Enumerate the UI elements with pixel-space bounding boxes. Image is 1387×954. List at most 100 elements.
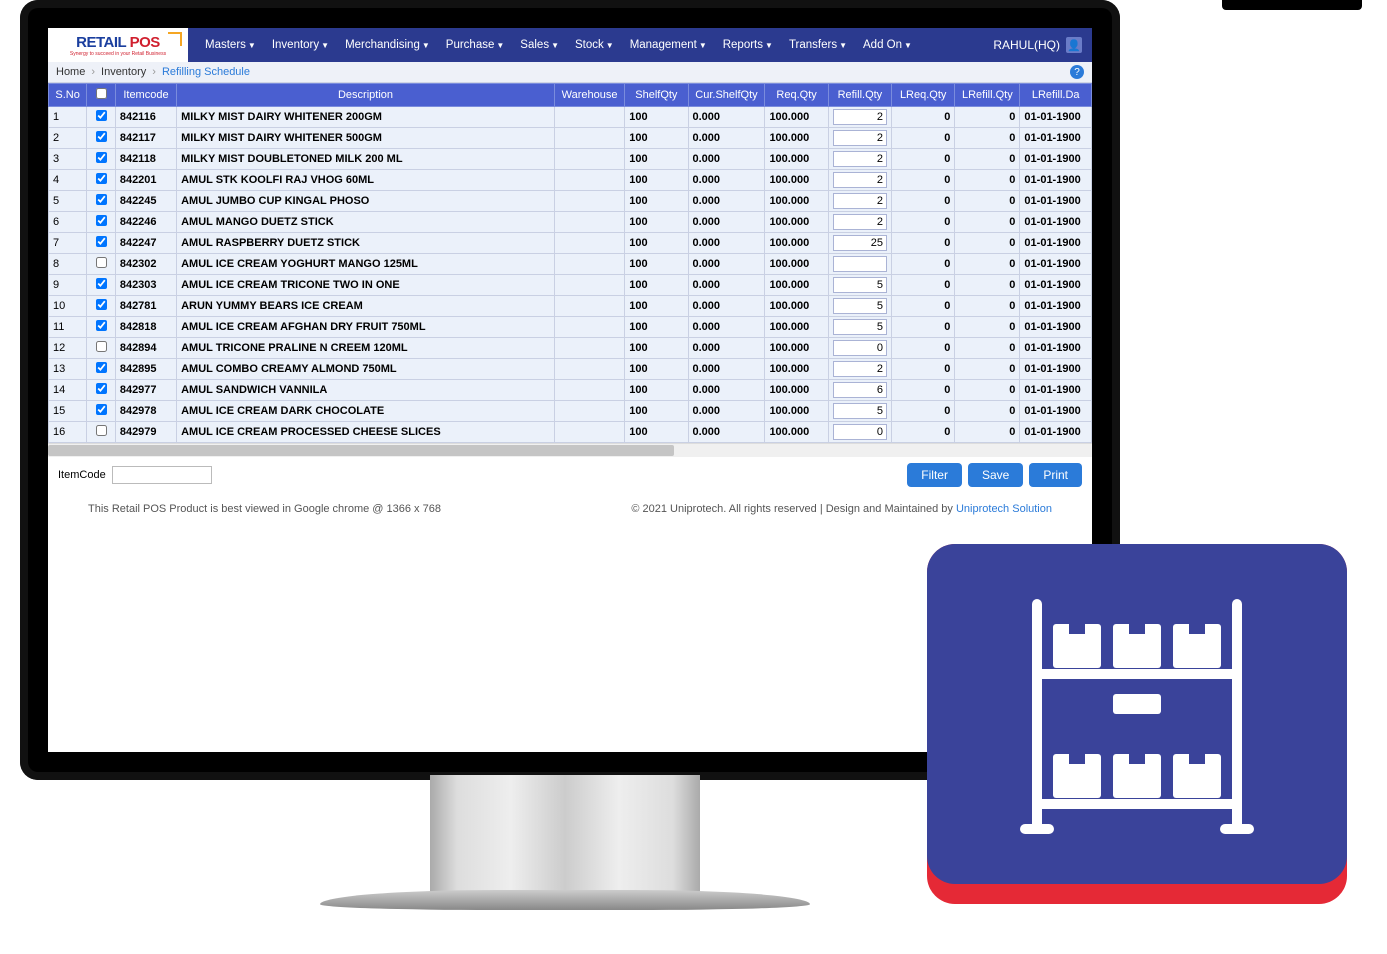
refill-qty-input[interactable]: [833, 214, 887, 230]
nav-item-inventory[interactable]: Inventory▼: [265, 35, 336, 55]
chevron-down-icon: ▼: [606, 41, 614, 50]
nav-item-label: Reports: [723, 39, 763, 51]
cell-check: [87, 128, 116, 149]
nav-item-reports[interactable]: Reports▼: [716, 35, 780, 55]
table-row: 12 842894 AMUL TRICONE PRALINE N CREEM 1…: [49, 338, 1092, 359]
refill-qty-input[interactable]: [833, 277, 887, 293]
cell-check: [87, 170, 116, 191]
cell-lreqqty: 0: [892, 254, 955, 275]
col-header[interactable]: LReq.Qty: [892, 84, 955, 107]
filter-button[interactable]: Filter: [907, 463, 962, 487]
col-header[interactable]: LRefill.Da: [1020, 84, 1092, 107]
user-area[interactable]: RAHUL(HQ) 👤: [993, 37, 1082, 53]
row-checkbox[interactable]: [96, 194, 107, 205]
cell-lrefillqty: 0: [955, 338, 1020, 359]
cell-lrefillqty: 0: [955, 107, 1020, 128]
refill-qty-input[interactable]: [833, 340, 887, 356]
cell-reqqty: 100.000: [765, 233, 828, 254]
cell-lrefillqty: 0: [955, 233, 1020, 254]
footer-link[interactable]: Uniprotech Solution: [956, 503, 1052, 515]
refill-qty-input[interactable]: [833, 193, 887, 209]
row-checkbox[interactable]: [96, 173, 107, 184]
nav-item-add-on[interactable]: Add On▼: [856, 35, 919, 55]
row-checkbox[interactable]: [96, 236, 107, 247]
row-checkbox[interactable]: [96, 425, 107, 436]
nav-item-transfers[interactable]: Transfers▼: [782, 35, 854, 55]
cell-warehouse: [554, 359, 624, 380]
row-checkbox[interactable]: [96, 215, 107, 226]
footer-right: © 2021 Uniprotech. All rights reserved |…: [631, 503, 1052, 515]
cell-lreqqty: 0: [892, 338, 955, 359]
nav-item-sales[interactable]: Sales▼: [513, 35, 566, 55]
refill-qty-input[interactable]: [833, 109, 887, 125]
refill-qty-input[interactable]: [833, 256, 887, 272]
row-checkbox[interactable]: [96, 152, 107, 163]
nav-item-label: Management: [630, 39, 697, 51]
table-row: 14 842977 AMUL SANDWICH VANNILA 100 0.00…: [49, 380, 1092, 401]
select-all-checkbox[interactable]: [96, 88, 107, 99]
col-header[interactable]: Cur.ShelfQty: [688, 84, 765, 107]
refill-qty-input[interactable]: [833, 130, 887, 146]
logo[interactable]: RETAIL POS Synergy to succeed in your Re…: [48, 28, 188, 62]
help-icon[interactable]: ?: [1070, 65, 1084, 79]
row-checkbox[interactable]: [96, 131, 107, 142]
row-checkbox[interactable]: [96, 110, 107, 121]
col-header[interactable]: [87, 84, 116, 107]
row-checkbox[interactable]: [96, 299, 107, 310]
col-header[interactable]: Req.Qty: [765, 84, 828, 107]
nav-item-management[interactable]: Management▼: [623, 35, 714, 55]
cell-lrefillqty: 0: [955, 401, 1020, 422]
cell-warehouse: [554, 254, 624, 275]
nav-item-stock[interactable]: Stock▼: [568, 35, 621, 55]
cell-lrefilldate: 01-01-1900: [1020, 422, 1092, 443]
cell-reqqty: 100.000: [765, 422, 828, 443]
monitor-base: [320, 890, 810, 910]
refill-qty-input[interactable]: [833, 382, 887, 398]
refill-qty-input[interactable]: [833, 172, 887, 188]
print-button[interactable]: Print: [1029, 463, 1082, 487]
cell-sno: 3: [49, 149, 87, 170]
col-header[interactable]: S.No: [49, 84, 87, 107]
refill-qty-input[interactable]: [833, 403, 887, 419]
scrollbar-thumb[interactable]: [48, 445, 674, 456]
col-header[interactable]: Itemcode: [115, 84, 176, 107]
cell-lreqqty: 0: [892, 401, 955, 422]
refill-qty-input[interactable]: [833, 361, 887, 377]
col-header[interactable]: Warehouse: [554, 84, 624, 107]
row-checkbox[interactable]: [96, 362, 107, 373]
col-header[interactable]: ShelfQty: [625, 84, 688, 107]
save-button[interactable]: Save: [968, 463, 1023, 487]
row-checkbox[interactable]: [96, 278, 107, 289]
crumb-home[interactable]: Home: [56, 66, 85, 78]
col-header[interactable]: Description: [177, 84, 555, 107]
cell-shelfqty: 100: [625, 149, 688, 170]
cell-lrefilldate: 01-01-1900: [1020, 296, 1092, 317]
nav-item-masters[interactable]: Masters▼: [198, 35, 263, 55]
refill-qty-input[interactable]: [833, 319, 887, 335]
itemcode-label: ItemCode: [58, 469, 106, 481]
user-icon: 👤: [1066, 37, 1082, 53]
horizontal-scrollbar[interactable]: [48, 443, 1092, 457]
row-checkbox[interactable]: [96, 320, 107, 331]
cell-sno: 16: [49, 422, 87, 443]
nav-item-purchase[interactable]: Purchase▼: [439, 35, 512, 55]
row-checkbox[interactable]: [96, 341, 107, 352]
row-checkbox[interactable]: [96, 257, 107, 268]
cell-description: AMUL ICE CREAM AFGHAN DRY FRUIT 750ML: [177, 317, 555, 338]
cell-itemcode: 842116: [115, 107, 176, 128]
row-checkbox[interactable]: [96, 404, 107, 415]
nav-item-merchandising[interactable]: Merchandising▼: [338, 35, 437, 55]
itemcode-input[interactable]: [112, 466, 212, 484]
refill-qty-input[interactable]: [833, 298, 887, 314]
cell-warehouse: [554, 275, 624, 296]
refill-qty-input[interactable]: [833, 424, 887, 440]
crumb-inventory[interactable]: Inventory: [101, 66, 146, 78]
refill-qty-input[interactable]: [833, 151, 887, 167]
cell-refillqty: [828, 107, 891, 128]
refill-qty-input[interactable]: [833, 235, 887, 251]
table-row: 16 842979 AMUL ICE CREAM PROCESSED CHEES…: [49, 422, 1092, 443]
col-header[interactable]: LRefill.Qty: [955, 84, 1020, 107]
col-header[interactable]: Refill.Qty: [828, 84, 891, 107]
row-checkbox[interactable]: [96, 383, 107, 394]
cell-lrefillqty: 0: [955, 359, 1020, 380]
